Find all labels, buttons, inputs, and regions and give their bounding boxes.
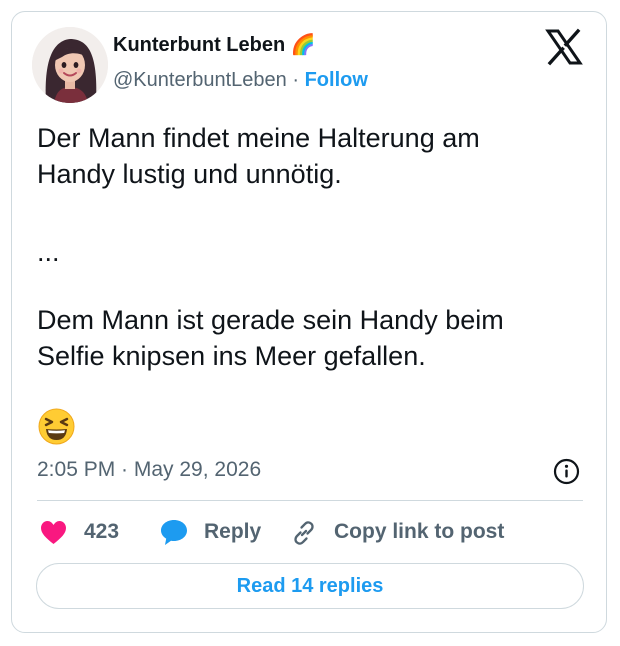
tweet-timestamp[interactable]: 2:05 PM · May 29, 2026: [37, 458, 261, 482]
heart-icon[interactable]: [40, 520, 67, 545]
reply-bubble-icon[interactable]: [160, 519, 188, 546]
copy-link-button[interactable]: Copy link to post: [334, 520, 504, 544]
read-replies-label: Read 14 replies: [236, 574, 384, 597]
author-name[interactable]: Kunterbunt Leben 🌈: [113, 32, 316, 57]
tweet-text-line: Der Mann findet meine Halterung am: [37, 123, 480, 153]
tweet-text-line: Dem Mann ist gerade sein Handy beim: [37, 305, 504, 335]
avatar[interactable]: [32, 27, 108, 103]
like-count[interactable]: 423: [84, 520, 119, 544]
follow-button[interactable]: Follow: [305, 69, 368, 91]
divider: [37, 500, 583, 501]
info-icon[interactable]: [553, 458, 580, 485]
tweet-text-line: Handy lustig und unnötig.: [37, 159, 342, 189]
handle-separator: ·: [292, 69, 300, 91]
avatar-illustration: [32, 27, 108, 103]
x-logo-icon[interactable]: [545, 28, 583, 66]
grinning-squinting-face-icon: [38, 408, 75, 445]
author-handle-row: @KunterbuntLeben · Follow: [113, 69, 368, 92]
author-handle[interactable]: @KunterbuntLeben: [113, 69, 287, 91]
link-icon[interactable]: [290, 519, 318, 547]
reply-button[interactable]: Reply: [204, 520, 261, 544]
tweet-text-line: ...: [37, 237, 60, 267]
read-replies-button[interactable]: Read 14 replies: [36, 563, 584, 609]
tweet-text-line: Selfie knipsen ins Meer gefallen.: [37, 341, 426, 371]
